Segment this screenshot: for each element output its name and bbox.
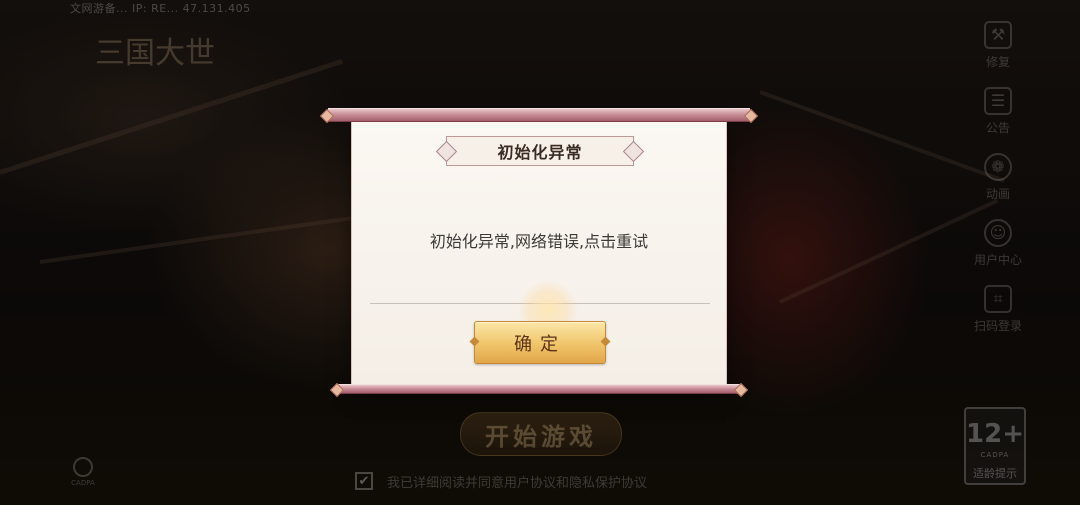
game-login-screen: 文网游备... IP: RE... 47.131.405 三国大世 ⚒ 修复 ☰… xyxy=(0,0,1080,505)
dialog-top-scroll-rod xyxy=(319,108,759,124)
dialog-title-plate: 初始化异常 xyxy=(446,136,634,166)
dialog-title: 初始化异常 xyxy=(497,143,583,162)
confirm-button[interactable]: 确定 xyxy=(474,321,606,364)
dialog-message: 初始化异常,网络错误,点击重试 xyxy=(429,232,649,251)
dialog-bottom-scroll-rod xyxy=(329,382,749,398)
